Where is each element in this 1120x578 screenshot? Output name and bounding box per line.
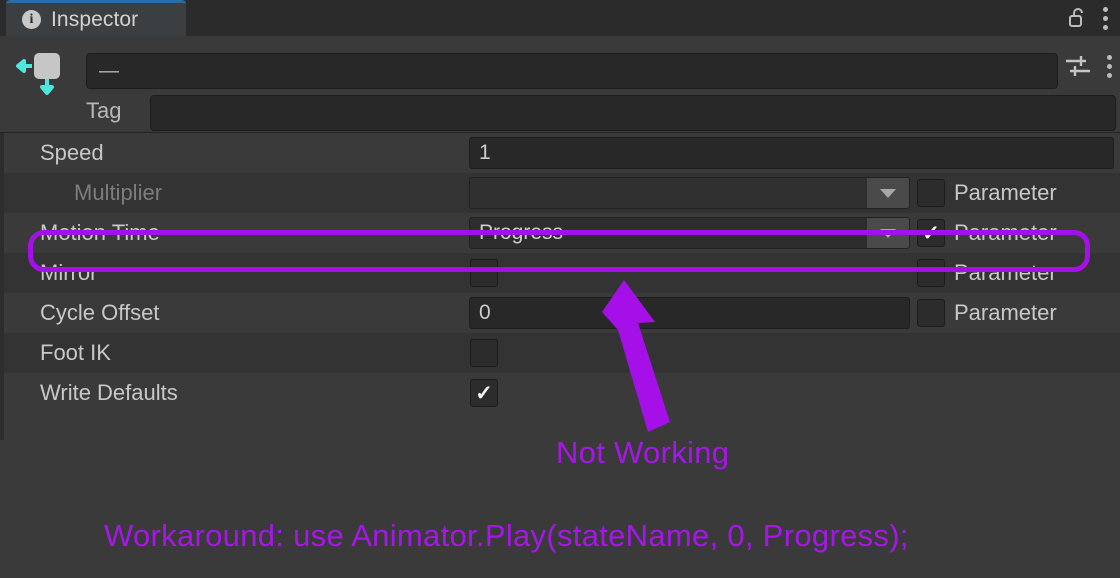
property-row-foot-ik: Foot IK: [4, 333, 1120, 373]
property-row-cycle-offset: Cycle Offset 0 Parameter: [4, 293, 1120, 333]
label-mirror: Mirror: [40, 260, 98, 285]
motion-time-value: Progress: [479, 221, 564, 244]
mirror-parameter-label: Parameter: [954, 260, 1057, 285]
property-row-speed: Speed 1: [4, 133, 1120, 173]
tab-strip-actions: [1068, 0, 1114, 36]
cycle-offset-input[interactable]: 0: [469, 297, 910, 329]
property-row-multiplier: Multiplier Parameter: [4, 173, 1120, 213]
tab-inspector[interactable]: i Inspector: [6, 0, 186, 36]
adjustments-sliders-icon[interactable]: [1064, 54, 1092, 78]
write-defaults-checkbox[interactable]: ✓: [470, 379, 498, 407]
mirror-parameter-checkbox[interactable]: [917, 259, 945, 287]
motion-time-parameter-checkbox[interactable]: ✓: [917, 219, 945, 247]
chevron-down-icon[interactable]: [867, 218, 909, 248]
animation-state-icon: [14, 50, 74, 104]
inspector-header: — Tag: [0, 36, 1120, 133]
property-row-write-defaults: Write Defaults ✓: [4, 373, 1120, 413]
mirror-checkbox[interactable]: [470, 259, 498, 287]
multiplier-parameter-label: Parameter: [954, 180, 1057, 205]
property-list: Speed 1 Multiplier Parameter Motion Time…: [0, 133, 1120, 440]
cycle-offset-value: 0: [479, 301, 491, 324]
label-foot-ik: Foot IK: [40, 340, 111, 365]
unlocked-padlock-icon[interactable]: [1068, 6, 1088, 30]
property-row-mirror: Mirror Parameter: [4, 253, 1120, 293]
multiplier-parameter-checkbox[interactable]: [917, 179, 945, 207]
kebab-menu-icon[interactable]: [1102, 6, 1108, 30]
tab-strip: i Inspector: [0, 0, 1120, 36]
multiplier-dropdown[interactable]: [469, 177, 910, 209]
cycle-offset-parameter-checkbox[interactable]: [917, 299, 945, 327]
label-write-defaults: Write Defaults: [40, 380, 178, 405]
not-working-annotation: Not Working: [556, 435, 730, 470]
object-name-value: —: [99, 59, 119, 82]
foot-ik-checkbox[interactable]: [470, 339, 498, 367]
cycle-offset-parameter-label: Parameter: [954, 300, 1057, 325]
label-multiplier: Multiplier: [74, 180, 163, 205]
speed-value: 1: [479, 141, 491, 164]
workaround-annotation: Workaround: use Animator.Play(stateName,…: [104, 518, 909, 553]
object-name-field[interactable]: —: [86, 53, 1058, 89]
label-motion-time: Motion Time: [40, 220, 160, 245]
speed-input[interactable]: 1: [469, 137, 1114, 169]
tab-inspector-label: Inspector: [51, 7, 139, 31]
label-cycle-offset: Cycle Offset: [40, 300, 160, 325]
checkmark-icon: ✓: [922, 221, 940, 245]
property-row-motion-time: Motion Time Progress ✓ Parameter: [4, 213, 1120, 253]
header-actions: [1064, 54, 1112, 78]
motion-time-parameter-label: Parameter: [954, 220, 1057, 245]
chevron-down-icon[interactable]: [867, 178, 909, 208]
tag-label: Tag: [86, 98, 122, 123]
tag-field[interactable]: [150, 95, 1116, 131]
checkmark-icon: ✓: [475, 381, 493, 405]
info-icon: i: [22, 10, 41, 29]
label-speed: Speed: [40, 140, 104, 165]
inspector-window: i Inspector — Tag Speed 1 Multiplier Par…: [0, 0, 1120, 578]
kebab-menu-icon[interactable]: [1106, 54, 1112, 78]
motion-time-dropdown[interactable]: Progress: [469, 217, 910, 249]
